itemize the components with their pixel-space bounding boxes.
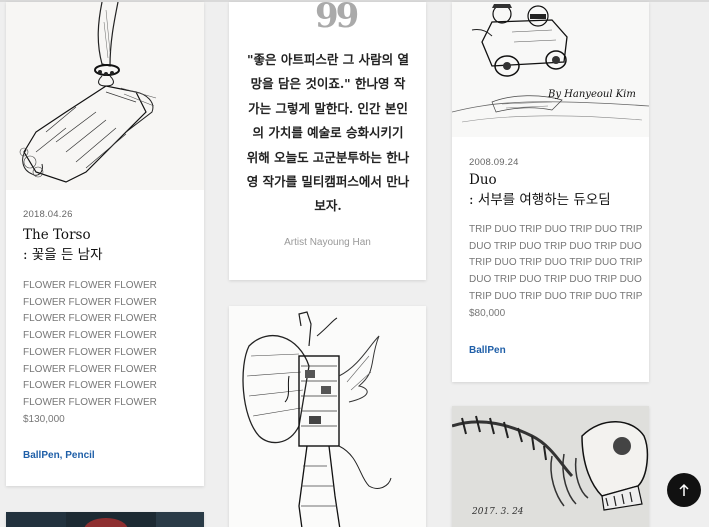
desc-line: DUO TRIP DUO TRIP DUO TRIP DUO [469,240,642,252]
desc-line: FLOWER FLOWER FLOWER [23,396,157,408]
desc-line: TRIP DUO TRIP DUO TRIP DUO TRIP [469,257,643,269]
desc-line: FLOWER FLOWER FLOWER [23,280,157,291]
desc-line: TRIP DUO TRIP DUO TRIP DUO TRIP [469,290,643,302]
artwork-card-figure[interactable] [229,306,426,527]
desc-line: FLOWER FLOWER FLOWER [23,330,157,342]
duo-drawing: By Hanyeoul Kim [452,2,649,137]
desc-line: TRIP DUO TRIP DUO TRIP DUO TRIP [469,224,643,235]
quote-text: "좋은 아트피스란 그 사람의 열망을 담은 것이죠." 한나영 작가는 그렇게… [246,52,410,214]
artwork-card-duo[interactable]: By Hanyeoul Kim 2008.09.24 Duo : 서부를 여행하… [452,2,649,382]
desc-line: FLOWER FLOWER FLOWER [23,313,157,325]
card-price: $80,000 [469,307,506,319]
desc-line: FLOWER FLOWER FLOWER [23,363,157,375]
artwork-card-torso[interactable]: 2018.04.26 The Torso : 꽃을 든 남자 FLOWER FL… [6,2,204,486]
card-title-line2: : 꽃을 든 남자 [23,247,103,263]
card-title[interactable]: The Torso : 꽃을 든 남자 [23,225,103,265]
card-title-line1: The Torso [23,227,91,243]
artwork-card-dinosaur[interactable]: 2017. 3. 24 [452,406,649,527]
desc-line: FLOWER FLOWER FLOWER [23,346,157,358]
desc-line: FLOWER FLOWER FLOWER [23,296,157,308]
torso-drawing [6,2,204,190]
arrow-up-icon [679,483,689,496]
desc-line: FLOWER FLOWER FLOWER [23,380,157,392]
card-tags[interactable]: BallPen, Pencil [23,450,95,461]
card-title[interactable]: Duo : 서부를 여행하는 듀오딤 [469,170,611,210]
drawing-date-signature: 2017. 3. 24 [471,507,524,517]
dinosaur-drawing[interactable]: 2017. 3. 24 [452,406,649,527]
card-description: FLOWER FLOWER FLOWER FLOWER FLOWER FLOWE… [23,278,157,428]
artwork-card-partial[interactable] [6,512,204,527]
artwork-image-torso[interactable] [6,2,204,190]
quote-author: Artist Nayoung Han [284,237,371,248]
desc-line: DUO TRIP DUO TRIP DUO TRIP DUO [469,274,642,286]
card-description: TRIP DUO TRIP DUO TRIP DUO TRIP DUO TRIP… [469,222,642,322]
quote-mark-icon: 99 [315,2,359,36]
quote-card: 99 "좋은 아트피스란 그 사람의 열망을 담은 것이죠." 한나영 작가는 … [229,2,426,280]
scroll-top-button[interactable] [667,473,701,507]
card-date: 2018.04.26 [23,209,73,220]
artwork-image-duo[interactable]: By Hanyeoul Kim [452,2,649,137]
artist-signature: By Hanyeoul Kim [547,89,636,100]
card-title-line1: Duo [469,172,497,188]
figure-drawing[interactable] [229,306,426,527]
card-tags[interactable]: BallPen [469,345,506,356]
partial-artwork-image[interactable] [6,512,204,527]
card-date: 2008.09.24 [469,157,519,168]
card-title-line2: : 서부를 여행하는 듀오딤 [469,192,611,208]
card-price: $130,000 [23,413,65,425]
